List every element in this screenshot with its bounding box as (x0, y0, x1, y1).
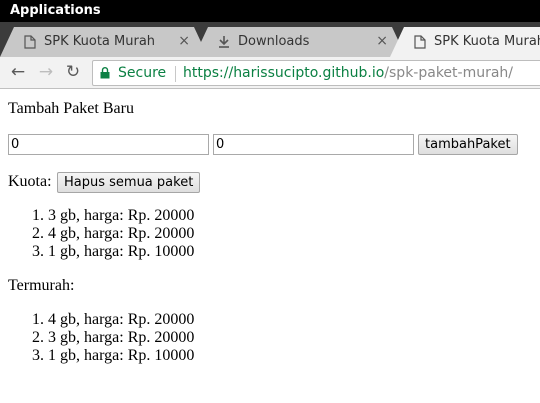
kuota-list: 3 gb, harga: Rp. 20000 4 gb, harga: Rp. … (24, 207, 194, 261)
address-bar[interactable]: Secure https://harissucipto.github.io/sp… (92, 60, 540, 86)
forward-arrow-icon[interactable]: → (36, 62, 56, 82)
hapus-semua-paket-button[interactable]: Hapus semua paket (57, 172, 201, 193)
url-host: harissucipto.github.io (233, 65, 385, 81)
omnibox-divider (175, 66, 176, 82)
tab-strip: SPK Kuota Murah × Downloads × SPK Kuota … (0, 22, 540, 57)
tab-spk-kuota-murah-active[interactable]: SPK Kuota Murah (390, 27, 540, 57)
download-icon (219, 36, 229, 48)
back-arrow-icon[interactable]: ← (8, 62, 28, 82)
termurah-list: 4 gb, harga: Rp. 20000 3 gb, harga: Rp. … (24, 311, 194, 365)
list-item: 1 gb, harga: Rp. 10000 (48, 347, 194, 365)
page-heading: Tambah Paket Baru (8, 100, 134, 117)
reload-icon[interactable]: ↻ (63, 62, 83, 82)
secure-label: Secure (118, 65, 167, 81)
price-input[interactable] (213, 134, 414, 155)
page-icon (24, 35, 36, 49)
url-text[interactable]: https://harissucipto.github.io/spk-paket… (183, 65, 513, 81)
page-icon (414, 35, 426, 49)
browser-toolbar: ← → ↻ Secure https://harissucipto.github… (0, 57, 540, 89)
list-item: 3 gb, harga: Rp. 20000 (48, 329, 194, 347)
tab-downloads[interactable]: Downloads × (194, 27, 406, 57)
os-applications-menu[interactable]: Applications (10, 3, 101, 18)
tab-label: Downloads (238, 34, 310, 49)
list-item: 4 gb, harga: Rp. 20000 (48, 311, 194, 329)
close-icon[interactable]: × (178, 33, 190, 49)
tambah-paket-button[interactable]: tambahPaket (418, 134, 518, 155)
tab-label: SPK Kuota Murah (434, 34, 540, 49)
list-item: 3 gb, harga: Rp. 20000 (48, 207, 194, 225)
url-path: /spk-paket-murah/ (384, 65, 514, 81)
tab-spk-kuota-murah-1[interactable]: SPK Kuota Murah × (0, 27, 208, 57)
lock-icon (100, 67, 110, 79)
os-top-bar: Applications (0, 0, 540, 22)
close-icon[interactable]: × (376, 33, 388, 49)
quota-input[interactable] (8, 134, 209, 155)
list-item: 4 gb, harga: Rp. 20000 (48, 225, 194, 243)
url-scheme: https:// (183, 65, 234, 81)
tab-label: SPK Kuota Murah (44, 34, 156, 49)
kuota-label: Kuota: (8, 173, 52, 190)
termurah-label: Termurah: (8, 277, 75, 294)
list-item: 1 gb, harga: Rp. 10000 (48, 243, 194, 261)
page-content: Tambah Paket Baru tambahPaket Kuota: Hap… (0, 90, 540, 403)
